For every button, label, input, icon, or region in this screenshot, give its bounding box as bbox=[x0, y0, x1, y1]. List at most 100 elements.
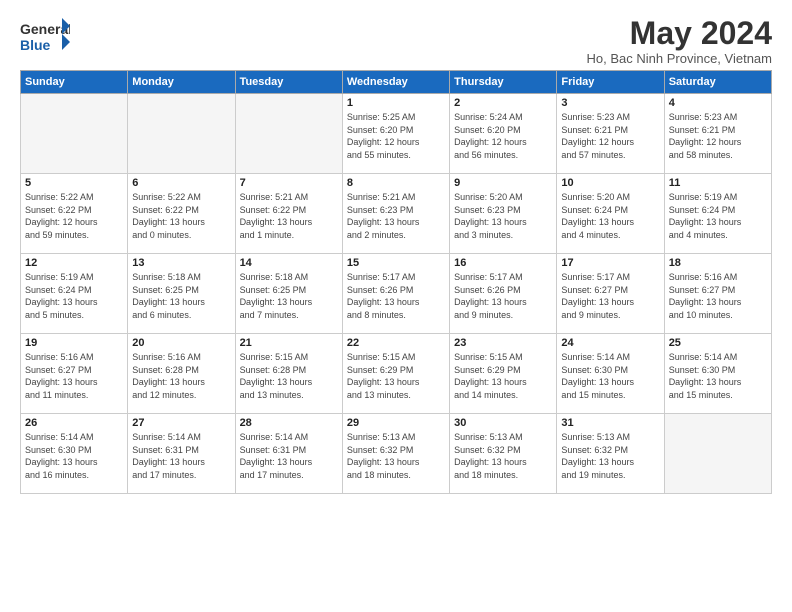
day-number: 5 bbox=[25, 177, 123, 189]
day-number: 24 bbox=[561, 337, 659, 349]
day-cell: 20Sunrise: 5:16 AM Sunset: 6:28 PM Dayli… bbox=[128, 334, 235, 414]
day-info: Sunrise: 5:20 AM Sunset: 6:23 PM Dayligh… bbox=[454, 191, 552, 241]
day-cell: 11Sunrise: 5:19 AM Sunset: 6:24 PM Dayli… bbox=[664, 174, 771, 254]
col-sunday: Sunday bbox=[21, 71, 128, 94]
day-info: Sunrise: 5:14 AM Sunset: 6:31 PM Dayligh… bbox=[240, 431, 338, 481]
day-number: 25 bbox=[669, 337, 767, 349]
calendar-table: Sunday Monday Tuesday Wednesday Thursday… bbox=[20, 70, 772, 494]
day-number: 1 bbox=[347, 97, 445, 109]
day-cell: 10Sunrise: 5:20 AM Sunset: 6:24 PM Dayli… bbox=[557, 174, 664, 254]
day-number: 31 bbox=[561, 417, 659, 429]
svg-text:Blue: Blue bbox=[20, 37, 51, 53]
day-cell: 22Sunrise: 5:15 AM Sunset: 6:29 PM Dayli… bbox=[342, 334, 449, 414]
day-number: 20 bbox=[132, 337, 230, 349]
week-row-1: 1 Sunrise: 5:25 AM Sunset: 6:20 PM Daylig… bbox=[21, 94, 772, 174]
day-info: Sunrise: 5:25 AM Sunset: 6:20 PM Dayligh… bbox=[347, 111, 445, 161]
week-row-4: 19 Sunrise: 5:16 AM Sunset: 6:27 PM Dayli… bbox=[21, 334, 772, 414]
day-cell: 8 Sunrise: 5:21 AM Sunset: 6:23 PM Daylig… bbox=[342, 174, 449, 254]
day-cell: 7 Sunrise: 5:21 AM Sunset: 6:22 PM Daylig… bbox=[235, 174, 342, 254]
day-number: 13 bbox=[132, 257, 230, 269]
day-info: Sunrise: 5:16 AM Sunset: 6:27 PM Dayligh… bbox=[25, 351, 123, 401]
day-cell bbox=[235, 94, 342, 174]
day-number: 3 bbox=[561, 97, 659, 109]
day-info: Sunrise: 5:14 AM Sunset: 6:30 PM Dayligh… bbox=[25, 431, 123, 481]
day-info: Sunrise: 5:15 AM Sunset: 6:28 PM Dayligh… bbox=[240, 351, 338, 401]
day-number: 22 bbox=[347, 337, 445, 349]
day-info: Sunrise: 5:13 AM Sunset: 6:32 PM Dayligh… bbox=[454, 431, 552, 481]
day-number: 28 bbox=[240, 417, 338, 429]
day-number: 7 bbox=[240, 177, 338, 189]
col-tuesday: Tuesday bbox=[235, 71, 342, 94]
day-cell bbox=[128, 94, 235, 174]
week-row-3: 12Sunrise: 5:19 AM Sunset: 6:24 PM Dayli… bbox=[21, 254, 772, 334]
day-cell bbox=[21, 94, 128, 174]
day-info: Sunrise: 5:18 AM Sunset: 6:25 PM Dayligh… bbox=[132, 271, 230, 321]
day-cell: 31 Sunrise: 5:13 AM Sunset: 6:32 PM Dayli… bbox=[557, 414, 664, 494]
logo-graphic: General Blue bbox=[20, 16, 70, 61]
day-cell: 14 Sunrise: 5:18 AM Sunset: 6:25 PM Dayli… bbox=[235, 254, 342, 334]
day-info: Sunrise: 5:23 AM Sunset: 6:21 PM Dayligh… bbox=[669, 111, 767, 161]
day-info: Sunrise: 5:23 AM Sunset: 6:21 PM Dayligh… bbox=[561, 111, 659, 161]
day-cell: 17 Sunrise: 5:17 AM Sunset: 6:27 PM Dayli… bbox=[557, 254, 664, 334]
day-info: Sunrise: 5:17 AM Sunset: 6:26 PM Dayligh… bbox=[347, 271, 445, 321]
day-number: 30 bbox=[454, 417, 552, 429]
header: General Blue May 2024 Ho, Bac Ninh Provi… bbox=[20, 16, 772, 66]
logo: General Blue bbox=[20, 16, 70, 61]
day-number: 23 bbox=[454, 337, 552, 349]
day-number: 26 bbox=[25, 417, 123, 429]
day-cell: 25Sunrise: 5:14 AM Sunset: 6:30 PM Dayli… bbox=[664, 334, 771, 414]
day-info: Sunrise: 5:13 AM Sunset: 6:32 PM Dayligh… bbox=[561, 431, 659, 481]
col-monday: Monday bbox=[128, 71, 235, 94]
day-cell: 2 Sunrise: 5:24 AM Sunset: 6:20 PM Daylig… bbox=[450, 94, 557, 174]
day-cell: 21Sunrise: 5:15 AM Sunset: 6:28 PM Dayli… bbox=[235, 334, 342, 414]
day-info: Sunrise: 5:16 AM Sunset: 6:27 PM Dayligh… bbox=[669, 271, 767, 321]
day-number: 6 bbox=[132, 177, 230, 189]
col-saturday: Saturday bbox=[664, 71, 771, 94]
day-number: 4 bbox=[669, 97, 767, 109]
day-info: Sunrise: 5:21 AM Sunset: 6:22 PM Dayligh… bbox=[240, 191, 338, 241]
month-year-title: May 2024 bbox=[587, 16, 772, 51]
day-cell bbox=[664, 414, 771, 494]
day-cell: 1 Sunrise: 5:25 AM Sunset: 6:20 PM Daylig… bbox=[342, 94, 449, 174]
day-cell: 4 Sunrise: 5:23 AM Sunset: 6:21 PM Daylig… bbox=[664, 94, 771, 174]
day-cell: 30 Sunrise: 5:13 AM Sunset: 6:32 PM Dayli… bbox=[450, 414, 557, 494]
day-number: 16 bbox=[454, 257, 552, 269]
day-number: 2 bbox=[454, 97, 552, 109]
col-wednesday: Wednesday bbox=[342, 71, 449, 94]
day-info: Sunrise: 5:21 AM Sunset: 6:23 PM Dayligh… bbox=[347, 191, 445, 241]
day-number: 19 bbox=[25, 337, 123, 349]
day-cell: 18 Sunrise: 5:16 AM Sunset: 6:27 PM Dayli… bbox=[664, 254, 771, 334]
location-subtitle: Ho, Bac Ninh Province, Vietnam bbox=[587, 51, 772, 66]
day-cell: 23Sunrise: 5:15 AM Sunset: 6:29 PM Dayli… bbox=[450, 334, 557, 414]
day-cell: 27Sunrise: 5:14 AM Sunset: 6:31 PM Dayli… bbox=[128, 414, 235, 494]
day-cell: 15 Sunrise: 5:17 AM Sunset: 6:26 PM Dayli… bbox=[342, 254, 449, 334]
day-cell: 29Sunrise: 5:13 AM Sunset: 6:32 PM Dayli… bbox=[342, 414, 449, 494]
day-info: Sunrise: 5:14 AM Sunset: 6:30 PM Dayligh… bbox=[561, 351, 659, 401]
day-cell: 12Sunrise: 5:19 AM Sunset: 6:24 PM Dayli… bbox=[21, 254, 128, 334]
title-block: May 2024 Ho, Bac Ninh Province, Vietnam bbox=[587, 16, 772, 66]
day-cell: 24 Sunrise: 5:14 AM Sunset: 6:30 PM Dayli… bbox=[557, 334, 664, 414]
day-number: 29 bbox=[347, 417, 445, 429]
week-row-5: 26 Sunrise: 5:14 AM Sunset: 6:30 PM Dayli… bbox=[21, 414, 772, 494]
day-cell: 26 Sunrise: 5:14 AM Sunset: 6:30 PM Dayli… bbox=[21, 414, 128, 494]
day-cell: 13 Sunrise: 5:18 AM Sunset: 6:25 PM Dayli… bbox=[128, 254, 235, 334]
day-number: 18 bbox=[669, 257, 767, 269]
day-number: 14 bbox=[240, 257, 338, 269]
day-number: 27 bbox=[132, 417, 230, 429]
day-info: Sunrise: 5:22 AM Sunset: 6:22 PM Dayligh… bbox=[132, 191, 230, 241]
day-info: Sunrise: 5:17 AM Sunset: 6:26 PM Dayligh… bbox=[454, 271, 552, 321]
day-info: Sunrise: 5:20 AM Sunset: 6:24 PM Dayligh… bbox=[561, 191, 659, 241]
day-info: Sunrise: 5:18 AM Sunset: 6:25 PM Dayligh… bbox=[240, 271, 338, 321]
day-info: Sunrise: 5:19 AM Sunset: 6:24 PM Dayligh… bbox=[25, 271, 123, 321]
col-friday: Friday bbox=[557, 71, 664, 94]
day-info: Sunrise: 5:17 AM Sunset: 6:27 PM Dayligh… bbox=[561, 271, 659, 321]
day-number: 17 bbox=[561, 257, 659, 269]
day-info: Sunrise: 5:24 AM Sunset: 6:20 PM Dayligh… bbox=[454, 111, 552, 161]
day-cell: 3 Sunrise: 5:23 AM Sunset: 6:21 PM Daylig… bbox=[557, 94, 664, 174]
day-cell: 6 Sunrise: 5:22 AM Sunset: 6:22 PM Daylig… bbox=[128, 174, 235, 254]
day-number: 11 bbox=[669, 177, 767, 189]
day-cell: 16 Sunrise: 5:17 AM Sunset: 6:26 PM Dayli… bbox=[450, 254, 557, 334]
day-number: 15 bbox=[347, 257, 445, 269]
day-number: 8 bbox=[347, 177, 445, 189]
day-number: 9 bbox=[454, 177, 552, 189]
